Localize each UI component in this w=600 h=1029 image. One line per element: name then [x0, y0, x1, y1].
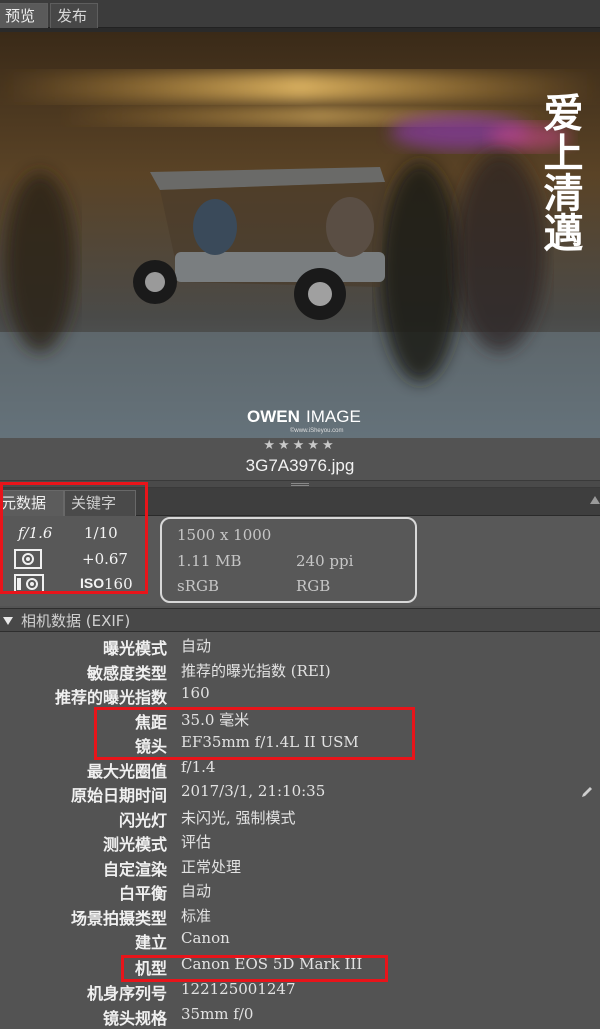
watermark-image: IMAGE: [306, 407, 361, 426]
exif-row: 原始日期时间 2017/3/1, 21:10:35: [0, 782, 600, 806]
exif-row: 推荐的曝光指数 160: [0, 684, 600, 708]
exif-row: 镜头 EF35mm f/1.4L II USM: [0, 733, 600, 757]
color-profile: sRGB: [177, 577, 219, 595]
watermark-vertical: 爱上清邁: [537, 92, 584, 252]
watermark-url: ©www.iSheyou.com: [290, 427, 343, 434]
exif-value: 2017/3/1, 21:10:35: [181, 782, 326, 800]
top-tab-bar: 预览 发布: [0, 0, 600, 28]
preview-image: 爱上清邁 OWEN IMAGE ©www.iSheyou.com: [0, 32, 600, 438]
exif-label: 推荐的曝光指数: [54, 688, 167, 707]
exif-label: 自定渲染: [102, 859, 167, 879]
exif-label: 白平衡: [118, 884, 167, 903]
exif-row: 白平衡 自动: [0, 880, 600, 904]
exif-value: 35.0 毫米: [181, 710, 250, 729]
exif-row: 最大光圈值 f/1.4: [0, 758, 600, 782]
exif-label: 焦距: [134, 712, 167, 732]
exif-value: f/1.4: [181, 757, 216, 776]
exif-value: 标准: [181, 906, 212, 925]
exif-section-header[interactable]: 相机数据 (EXIF): [0, 608, 600, 632]
resolution: 240 ppi: [296, 552, 354, 570]
exif-value: 评估: [181, 833, 212, 851]
color-mode: RGB: [296, 577, 331, 595]
exif-label: 机身序列号: [86, 984, 167, 1003]
exif-value: 正常处理: [181, 857, 242, 876]
exif-row: 自定渲染 正常处理: [0, 856, 600, 880]
exif-value: Canon: [181, 929, 230, 947]
exif-label: 闪光灯: [118, 810, 167, 830]
exif-label: 最大光圈值: [86, 761, 167, 781]
exif-row: 闪光灯 未闪光, 强制模式: [0, 807, 600, 831]
exif-value: 35mm f/0: [181, 1005, 254, 1023]
exif-row: 镜头规格 35mm f/0: [0, 1005, 600, 1029]
exif-value: 推荐的曝光指数 (REI): [181, 661, 331, 680]
section-title: 相机数据 (EXIF): [21, 612, 131, 630]
image-info-box: 1500 x 1000 1.11 MB 240 ppi sRGB RGB: [160, 517, 417, 603]
file-size: 1.11 MB: [177, 552, 242, 570]
exif-row: 测光模式 评估: [0, 831, 600, 855]
tab-preview[interactable]: 预览: [0, 3, 48, 28]
exif-label: 原始日期时间: [70, 786, 167, 805]
exif-value: Canon EOS 5D Mark III: [181, 955, 363, 973]
exif-label: 镜头规格: [102, 1009, 167, 1028]
exif-row: 焦距 35.0 毫米: [0, 709, 600, 733]
exif-value: 自动: [181, 637, 212, 655]
image-dimensions: 1500 x 1000: [177, 526, 272, 544]
pencil-icon[interactable]: [580, 785, 594, 799]
exif-row: 曝光模式 自动: [0, 635, 600, 659]
file-name: 3G7A3976.jpg: [245, 456, 355, 475]
exif-value: 自动: [181, 882, 212, 900]
exif-label: 敏感度类型: [86, 663, 167, 683]
scroll-up-icon[interactable]: [590, 496, 600, 504]
watermark-brand: OWEN: [247, 407, 300, 426]
exif-label: 曝光模式: [102, 639, 167, 658]
star-rating[interactable]: ★★★★★: [0, 438, 600, 453]
exif-row: 场景拍摄类型 标准: [0, 905, 600, 929]
exif-label: 建立: [134, 933, 167, 952]
exif-row: 机型 Canon EOS 5D Mark III: [0, 955, 600, 979]
tab-publish[interactable]: 发布: [50, 3, 98, 28]
exif-row: 机身序列号 122125001247: [0, 980, 600, 1004]
grip-icon[interactable]: [291, 483, 309, 486]
collapse-arrow-icon[interactable]: [3, 617, 13, 625]
exif-row: 建立 Canon: [0, 929, 600, 953]
exif-value: 160: [181, 684, 210, 702]
exif-label: 镜头: [134, 737, 167, 756]
exif-value: 122125001247: [181, 980, 296, 998]
exif-value: 未闪光, 强制模式: [181, 808, 296, 827]
exif-row: 敏感度类型 推荐的曝光指数 (REI): [0, 660, 600, 684]
highlight-box-exposure: [0, 482, 148, 594]
exif-value: EF35mm f/1.4L II USM: [181, 733, 359, 751]
exif-label: 机型: [134, 959, 167, 978]
photo-preview[interactable]: 爱上清邁 OWEN IMAGE ©www.iSheyou.com: [0, 28, 600, 438]
exif-label: 场景拍摄类型: [70, 908, 167, 928]
exif-label: 测光模式: [102, 835, 167, 854]
